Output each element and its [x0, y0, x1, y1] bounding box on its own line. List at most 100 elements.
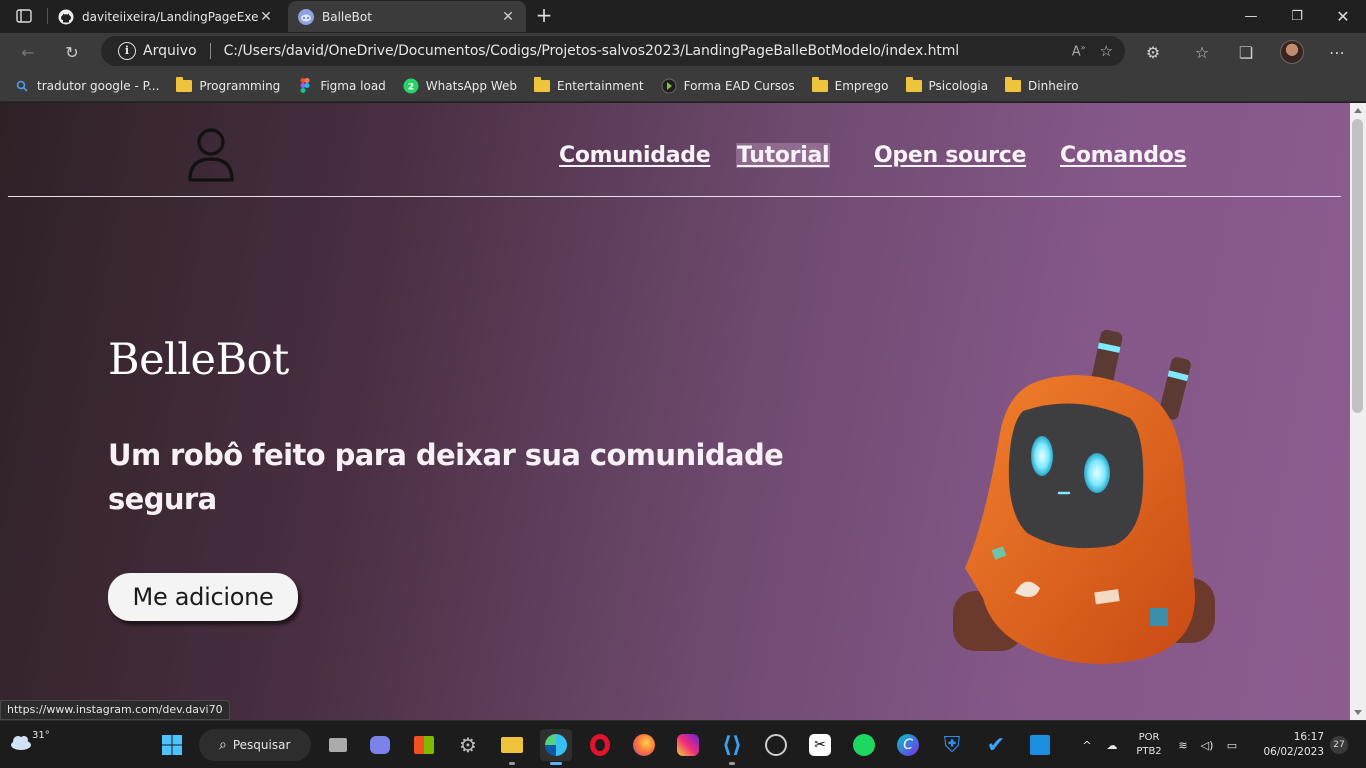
close-window-icon[interactable]: ✕ [1320, 0, 1366, 33]
bookmark-label: WhatsApp Web [425, 78, 517, 93]
bookmarks-bar: tradutor google - P... Programming Figma… [0, 70, 1366, 102]
figma-icon [297, 78, 313, 94]
onedrive-icon[interactable]: ☁ [1100, 721, 1124, 768]
wifi-icon[interactable]: ≋ [1172, 721, 1194, 768]
close-tab-icon[interactable]: ✕ [500, 9, 516, 25]
url-text[interactable]: C:/Users/david/OneDrive/Documentos/Codig… [224, 43, 960, 59]
start-button[interactable] [156, 729, 188, 761]
canva-icon: C [897, 734, 919, 756]
taskbar-search[interactable]: ⌕ Pesquisar [199, 729, 311, 761]
folder-icon [811, 76, 828, 94]
taskbar: 31° ⌕ Pesquisar ⚙ ⟨⟩ ✂ C ⛨ ✔ ^ ☁ POR PTB… [0, 720, 1366, 768]
new-tab-button[interactable]: + [532, 4, 556, 28]
discord-icon [298, 8, 314, 25]
svg-text:2: 2 [408, 82, 414, 92]
refresh-icon[interactable]: ↻ [59, 39, 85, 65]
tab-strip: daviteiixeira/LandingPageExercise ✕ Ball… [0, 0, 1366, 33]
tab-title: BalleBot [322, 9, 372, 24]
teams-chat-button[interactable] [364, 729, 396, 761]
bookmark-dinheiro[interactable]: Dinheiro [1005, 76, 1079, 94]
opera-button[interactable] [584, 729, 616, 761]
scroll-down-icon[interactable] [1354, 710, 1362, 715]
minimize-icon[interactable]: — [1228, 0, 1274, 33]
close-tab-icon[interactable]: ✕ [258, 9, 274, 25]
nav-link-comunidade[interactable]: Comunidade [559, 143, 711, 168]
back-icon[interactable]: ← [15, 39, 41, 65]
tab-actions-button[interactable] [8, 5, 40, 27]
bookmark-label: Figma load [320, 78, 386, 93]
forma-ead-icon [661, 78, 677, 94]
read-aloud-icon[interactable]: A» [1072, 43, 1086, 59]
scrollbar-thumb[interactable] [1352, 119, 1363, 413]
input-language[interactable]: POR PTB2 [1134, 731, 1164, 759]
task-view-button[interactable] [322, 729, 354, 761]
volume-icon[interactable]: ◁) [1196, 721, 1218, 768]
store-button[interactable] [408, 729, 440, 761]
bookmark-forma-ead[interactable]: Forma EAD Cursos [661, 78, 795, 94]
edge-icon [545, 734, 567, 756]
bookmark-label: tradutor google - P... [37, 78, 160, 93]
scroll-up-icon[interactable] [1354, 108, 1362, 113]
search-label: Pesquisar [232, 738, 291, 752]
tab-github[interactable]: daviteiixeira/LandingPageExercise ✕ [48, 1, 284, 32]
cloud-sun-icon [11, 736, 31, 750]
instagram-button[interactable] [672, 729, 704, 761]
favorites-icon[interactable]: ☆ [1189, 39, 1215, 65]
tab-ballebot[interactable]: BalleBot ✕ [288, 1, 526, 32]
capcut-icon: ✂ [809, 734, 831, 756]
keyboard-layout: PTB2 [1136, 746, 1162, 757]
collections-icon[interactable]: ❏ [1233, 39, 1259, 65]
language-code: POR [1138, 732, 1160, 743]
opera-icon [590, 734, 610, 756]
site-header: Comunidade Tutorial Open source Comandos [8, 103, 1341, 197]
favorite-add-icon[interactable]: ☆ [1100, 42, 1113, 60]
system-clock[interactable]: 16:17 06/02/2023 [1252, 730, 1324, 760]
capcut-button[interactable]: ✂ [804, 729, 836, 761]
edge-button[interactable] [540, 729, 572, 765]
more-menu-icon[interactable]: ⋯ [1324, 39, 1350, 65]
spotify-button[interactable] [848, 729, 880, 761]
battery-icon[interactable]: ▭ [1220, 721, 1244, 768]
bookmark-label: Emprego [834, 78, 889, 93]
firefox-button[interactable] [628, 729, 660, 761]
nav-link-comandos[interactable]: Comandos [1060, 143, 1187, 168]
todo-button[interactable]: ✔ [980, 729, 1012, 761]
github-icon [58, 9, 74, 25]
defender-button[interactable]: ⛨ [936, 729, 968, 761]
add-bot-button[interactable]: Me adicione [108, 573, 298, 621]
nav-link-open-source[interactable]: Open source [874, 143, 1026, 168]
extensions-icon[interactable]: ⚙ [1140, 39, 1166, 65]
settings-gear-icon: ⚙ [459, 733, 477, 757]
bookmark-emprego[interactable]: Emprego [811, 76, 889, 94]
canva-button[interactable]: C [892, 729, 924, 761]
profile-avatar[interactable] [1280, 40, 1304, 64]
restore-icon[interactable]: ❐ [1274, 0, 1320, 33]
store-icon [414, 736, 434, 754]
page-scrollbar[interactable] [1350, 103, 1366, 720]
notification-badge[interactable]: 27 [1330, 736, 1348, 754]
bookmark-whatsapp[interactable]: 2 WhatsApp Web [403, 78, 517, 94]
user-logo-icon[interactable] [186, 125, 236, 183]
bookmark-psicologia[interactable]: Psicologia [905, 76, 988, 94]
bookmark-label: Forma EAD Cursos [683, 78, 795, 93]
settings-button[interactable]: ⚙ [452, 729, 484, 761]
vscode-button[interactable]: ⟨⟩ [716, 729, 748, 765]
bookmark-tradutor[interactable]: tradutor google - P... [14, 78, 159, 94]
info-icon[interactable]: i [118, 42, 136, 60]
address-bar[interactable]: i Arquivo C:/Users/david/OneDrive/Docume… [101, 36, 1125, 66]
tray-overflow-icon[interactable]: ^ [1078, 721, 1096, 768]
bookmark-programming[interactable]: Programming [176, 76, 280, 94]
app-window-button[interactable] [1024, 729, 1056, 761]
nav-link-tutorial[interactable]: Tutorial [736, 143, 831, 168]
tab-title: daviteiixeira/LandingPageExercise [82, 9, 258, 24]
weather-widget[interactable]: 31° [8, 730, 50, 752]
obs-icon [765, 734, 787, 756]
bookmark-entertainment[interactable]: Entertainment [534, 76, 644, 94]
bookmark-label: Dinheiro [1028, 78, 1079, 93]
bookmark-figma[interactable]: Figma load [297, 78, 386, 94]
hero-subtitle: Um robô feito para deixar sua comunidade… [108, 438, 784, 516]
chat-icon [370, 736, 390, 754]
bookmark-label: Entertainment [557, 78, 644, 93]
file-explorer-button[interactable] [496, 729, 528, 765]
obs-button[interactable] [760, 729, 792, 761]
